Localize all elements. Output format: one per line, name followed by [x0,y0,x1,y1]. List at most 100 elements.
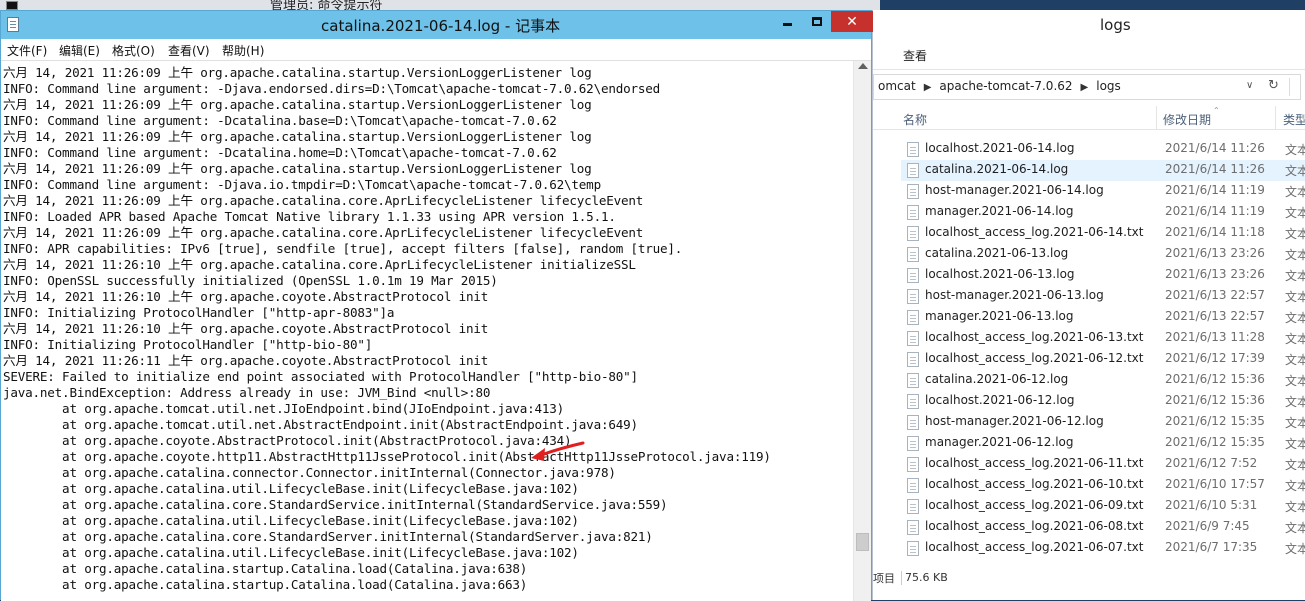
address-bar[interactable]: omcat ▶ apache-tomcat-7.0.62 ▶ logs ∨ ↻ [873,74,1301,100]
maximize-button[interactable] [803,11,831,32]
text-file-icon [907,415,919,430]
log-line: 六月 14, 2021 11:26:10 上午 org.apache.coyot… [3,321,489,336]
status-bar: 项目 75.6 KB [873,567,1305,591]
explorer-window[interactable]: logs 查看 omcat ▶ apache-tomcat-7.0.62 ▶ logs … [872,10,1305,600]
file-row[interactable]: catalina.2021-06-13.log 2021/6/13 23:26 文本 [901,244,1305,265]
file-name: localhost_access_log.2021-06-07.txt [925,540,1144,554]
menu-format[interactable]: 格式(O) [112,42,155,59]
file-name: manager.2021-06-14.log [925,204,1074,218]
annotation-arrow-shaft [539,441,585,457]
ribbon-tab-view[interactable]: 查看 [903,47,927,64]
file-name: manager.2021-06-12.log [925,435,1074,449]
notepad-window[interactable]: catalina.2021-06-14.log - 记事本 ✕ 文件(F) 编辑… [0,10,873,601]
chevron-right-icon[interactable]: ▶ [924,82,932,93]
text-file-icon [907,478,919,493]
file-date: 2021/6/12 15:35 [1165,435,1265,449]
vertical-scrollbar[interactable] [853,61,871,601]
refresh-icon[interactable]: ↻ [1268,78,1279,93]
scroll-up-arrow-icon[interactable] [858,63,868,69]
file-type: 文本 [1285,416,1305,430]
log-line: java.net.BindException: Address already … [3,385,491,400]
log-line: 六月 14, 2021 11:26:09 上午 org.apache.catal… [3,129,592,144]
column-divider[interactable] [1156,106,1157,130]
file-row[interactable]: localhost_access_log.2021-06-13.txt 2021/… [901,328,1305,349]
column-header-date[interactable]: 修改日期 [1163,111,1211,128]
file-type: 文本 [1285,164,1305,178]
text-file-icon [907,436,919,451]
file-type: 文本 [1285,206,1305,220]
address-dropdown-icon[interactable]: ∨ [1246,80,1253,91]
breadcrumb-item[interactable]: omcat [878,79,916,93]
breadcrumb-item[interactable]: logs [1096,79,1121,93]
file-row[interactable]: localhost.2021-06-12.log 2021/6/12 15:36 文… [901,391,1305,412]
file-row[interactable]: localhost_access_log.2021-06-09.txt 2021/… [901,496,1305,517]
editor-area[interactable]: 六月 14, 2021 11:26:09 上午 org.apache.catal… [1,61,871,601]
scroll-thumb[interactable] [856,533,869,551]
file-row[interactable]: localhost_access_log.2021-06-11.txt 2021/… [901,454,1305,475]
file-row[interactable]: localhost_access_log.2021-06-14.txt 2021/… [901,223,1305,244]
file-row[interactable]: localhost.2021-06-13.log 2021/6/13 23:26 文… [901,265,1305,286]
column-header-name[interactable]: 名称 [903,111,927,128]
editor-text[interactable]: 六月 14, 2021 11:26:09 上午 org.apache.catal… [3,65,853,601]
file-date: 2021/6/10 17:57 [1165,477,1265,491]
close-button[interactable]: ✕ [831,11,873,32]
log-line: INFO: Initializing ProtocolHandler ["htt… [3,337,373,352]
file-type: 文本 [1285,437,1305,451]
text-file-icon [907,142,919,157]
notepad-titlebar[interactable]: catalina.2021-06-14.log - 记事本 ✕ [1,11,873,39]
file-row[interactable]: localhost.2021-06-14.log 2021/6/14 11:26 文… [901,139,1305,160]
maximize-icon [812,17,822,26]
chevron-right-icon[interactable]: ▶ [1081,82,1089,93]
file-type: 文本 [1285,479,1305,493]
file-date: 2021/6/13 23:26 [1165,267,1265,281]
file-row[interactable]: host-manager.2021-06-13.log 2021/6/13 22:… [901,286,1305,307]
text-file-icon [907,247,919,262]
text-file-icon [907,310,919,325]
file-row[interactable]: host-manager.2021-06-12.log 2021/6/12 15:… [901,412,1305,433]
file-row[interactable]: manager.2021-06-13.log 2021/6/13 22:57 文本 [901,307,1305,328]
text-file-icon [907,352,919,367]
log-line: at org.apache.catalina.startup.Catalina.… [3,577,528,592]
breadcrumb-item[interactable]: apache-tomcat-7.0.62 [939,79,1072,93]
menu-file[interactable]: 文件(F) [7,42,47,59]
explorer-titlebar[interactable]: logs [873,10,1305,42]
log-line: at org.apache.coyote.http11.AbstractHttp… [3,449,771,464]
log-line: at org.apache.catalina.core.StandardServ… [3,497,668,512]
menu-view[interactable]: 查看(V) [168,42,210,59]
column-header-type[interactable]: 类型 [1283,111,1305,128]
file-row[interactable]: localhost_access_log.2021-06-08.txt 2021/… [901,517,1305,538]
file-type: 文本 [1285,521,1305,535]
log-line: INFO: APR capabilities: IPv6 [true], sen… [3,241,683,256]
file-row[interactable]: catalina.2021-06-14.log 2021/6/14 11:26 文本 [901,160,1305,181]
file-row[interactable]: localhost_access_log.2021-06-10.txt 2021/… [901,475,1305,496]
menu-edit[interactable]: 编辑(E) [59,42,100,59]
file-name: localhost.2021-06-12.log [925,393,1075,407]
column-divider[interactable] [1275,106,1276,130]
file-row[interactable]: manager.2021-06-14.log 2021/6/14 11:19 文本 [901,202,1305,223]
file-row[interactable]: localhost_access_log.2021-06-07.txt 2021/… [901,538,1305,559]
log-line: 六月 14, 2021 11:26:11 上午 org.apache.coyot… [3,353,489,368]
minimize-button[interactable] [773,11,801,32]
file-type: 文本 [1285,227,1305,241]
file-date: 2021/6/10 5:31 [1165,498,1258,512]
file-date: 2021/6/9 7:45 [1165,519,1250,533]
file-date: 2021/6/14 11:19 [1165,204,1265,218]
log-line: at org.apache.tomcat.util.net.AbstractEn… [3,417,638,432]
file-name: localhost.2021-06-13.log [925,267,1075,281]
close-icon: ✕ [846,13,858,30]
file-type: 文本 [1285,542,1305,556]
file-row[interactable]: host-manager.2021-06-14.log 2021/6/14 11:… [901,181,1305,202]
file-date: 2021/6/14 11:26 [1165,141,1265,155]
text-file-icon [907,184,919,199]
file-name: localhost_access_log.2021-06-10.txt [925,477,1144,491]
file-row[interactable]: localhost_access_log.2021-06-12.txt 2021/… [901,349,1305,370]
menu-help[interactable]: 帮助(H) [222,42,264,59]
log-line: 六月 14, 2021 11:26:10 上午 org.apache.catal… [3,257,636,272]
explorer-ribbon: 查看 [873,42,1305,70]
log-line: at org.apache.catalina.connector.Connect… [3,465,616,480]
log-line: at org.apache.catalina.util.LifecycleBas… [3,513,579,528]
file-row[interactable]: catalina.2021-06-12.log 2021/6/12 15:36 文本 [901,370,1305,391]
file-type: 文本 [1285,332,1305,346]
file-row[interactable]: manager.2021-06-12.log 2021/6/12 15:35 文本 [901,433,1305,454]
file-type: 文本 [1285,311,1305,325]
